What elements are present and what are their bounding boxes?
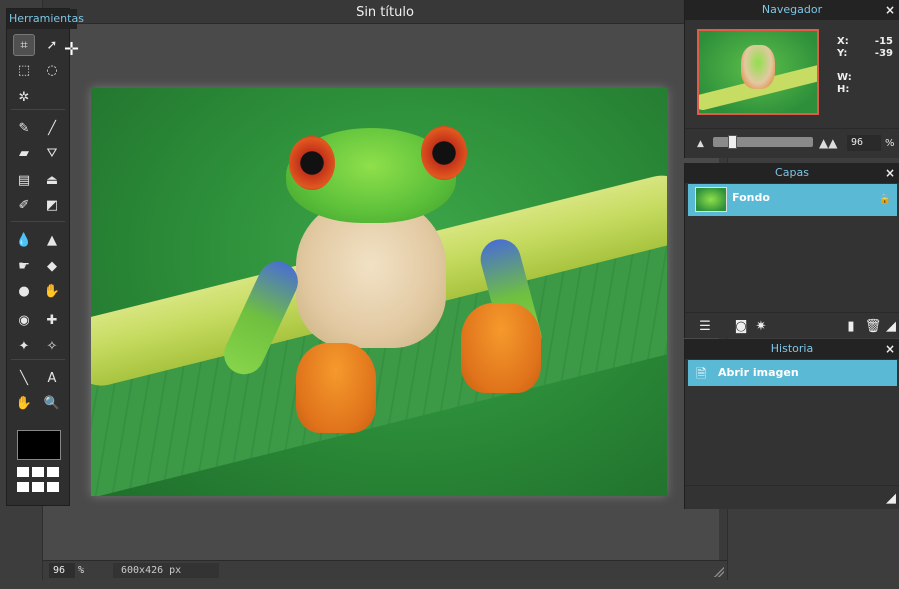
x-value: -15 xyxy=(874,36,893,47)
frog-right-eye xyxy=(421,126,467,180)
history-header[interactable]: Historia × xyxy=(685,339,899,359)
navigator-zoom-row: ▲ ▲▲ 96 % xyxy=(685,128,899,154)
new-layer-icon[interactable]: ▮ xyxy=(843,318,859,334)
layer-name: Fondo xyxy=(732,191,770,204)
zoom-slider-knob[interactable] xyxy=(728,135,737,149)
stamp-icon[interactable]: ⏏ xyxy=(41,169,63,191)
blur-drop-icon[interactable]: 💧 xyxy=(13,229,35,251)
zoom-icon[interactable]: 🔍 xyxy=(41,392,63,414)
color-replace-icon[interactable]: ✐ xyxy=(13,194,35,216)
history-item[interactable]: 🗎 Abrir imagen xyxy=(688,360,897,386)
x-label: X: xyxy=(837,36,849,47)
gradient-icon[interactable]: ▤ xyxy=(13,169,35,191)
sharpen-icon[interactable]: ▲ xyxy=(41,229,63,251)
eraser-icon[interactable]: ▰ xyxy=(13,142,35,164)
resize-grip-icon[interactable] xyxy=(714,567,724,577)
navigator-info: X: -15 Y: -39 W: H: xyxy=(837,36,893,96)
grid-view-icon[interactable] xyxy=(17,467,61,493)
layer-row[interactable]: Fondo 🔒 xyxy=(688,184,897,216)
tool-separator xyxy=(11,109,65,110)
status-bar: 96 % 600x426 px xyxy=(43,560,727,580)
image-size: 600x426 px xyxy=(113,563,219,578)
h-label: H: xyxy=(837,84,850,95)
eyedropper-icon[interactable]: ╲ xyxy=(13,367,35,389)
navigator-zoom-input[interactable]: 96 xyxy=(847,135,881,151)
lock-icon: 🔒 xyxy=(878,194,891,205)
crop-icon[interactable]: ⌗ xyxy=(13,34,35,56)
magic-wand-icon[interactable]: ✲ xyxy=(13,86,35,108)
history-footer: ◢ xyxy=(685,485,899,509)
layers-header[interactable]: Capas × xyxy=(685,163,899,183)
red-eye-icon[interactable]: ◉ xyxy=(13,309,35,331)
w-label: W: xyxy=(837,72,852,83)
bloat-icon[interactable]: ✦ xyxy=(13,335,35,357)
bandage-icon[interactable]: ✚ xyxy=(41,309,63,331)
pencil-icon[interactable]: ✎ xyxy=(13,117,35,139)
type-icon[interactable]: A xyxy=(41,367,63,389)
image-canvas[interactable] xyxy=(91,88,667,496)
navigator-close-icon[interactable]: × xyxy=(885,0,895,20)
document-title: Sin título xyxy=(43,0,727,24)
burn-icon[interactable]: ● xyxy=(13,280,35,302)
hand-icon[interactable]: ✋ xyxy=(13,392,35,414)
brush-icon[interactable]: ╱ xyxy=(41,117,63,139)
y-label: Y: xyxy=(837,48,848,59)
rect-select-icon[interactable]: ⬚ xyxy=(13,59,35,81)
layers-toolbar: ☰ ◙ ✷ ▮ 🗑 ◢ xyxy=(685,312,899,338)
foreground-color-swatch[interactable] xyxy=(17,430,61,460)
pinch-icon[interactable]: ✧ xyxy=(41,335,63,357)
shape-icon[interactable]: ◩ xyxy=(41,194,63,216)
bucket-icon[interactable]: ⛛ xyxy=(41,142,63,164)
zoom-in-icon[interactable]: ▲▲ xyxy=(819,136,837,150)
layer-mask-icon[interactable]: ◙ xyxy=(733,318,749,334)
document-window: Sin título 96 % 600x426 px xyxy=(42,0,728,580)
lasso-icon[interactable]: ◌ xyxy=(41,59,63,81)
navigator-title: Navegador xyxy=(761,3,823,16)
open-image-icon: 🗎 xyxy=(696,367,707,382)
navigator-zoom-unit: % xyxy=(885,138,895,149)
smudge-icon[interactable]: ☛ xyxy=(13,255,35,277)
move-icon[interactable]: ➚ xyxy=(41,34,63,56)
layer-thumbnail xyxy=(695,187,727,212)
navigator-thumbnail[interactable] xyxy=(697,29,819,115)
frog-left-eye xyxy=(289,136,335,190)
zoom-input[interactable]: 96 xyxy=(49,563,75,578)
layer-properties-icon[interactable]: ☰ xyxy=(697,318,713,334)
history-panel: Historia × 🗎 Abrir imagen ◢ xyxy=(684,339,899,509)
history-resize-icon[interactable]: ◢ xyxy=(883,490,899,506)
y-value: -39 xyxy=(874,48,893,59)
frog-left-foot xyxy=(296,343,376,433)
history-close-icon[interactable]: × xyxy=(885,339,895,359)
history-item-label: Abrir imagen xyxy=(718,366,799,379)
tool-separator xyxy=(11,221,65,222)
delete-layer-icon[interactable]: 🗑 xyxy=(865,318,882,334)
layer-styles-icon[interactable]: ✷ xyxy=(753,318,769,334)
panel-resize-icon[interactable]: ◢ xyxy=(883,318,899,334)
layers-title: Capas xyxy=(775,166,809,179)
navigator-header[interactable]: Navegador × xyxy=(685,0,899,20)
tool-separator xyxy=(11,359,65,360)
navigator-panel: Navegador × X: -15 Y: -39 W: H: ▲ ▲▲ 96 % xyxy=(684,0,899,158)
tools-header[interactable]: Herramientas xyxy=(7,9,84,29)
dodge-icon[interactable]: ✋ xyxy=(41,280,63,302)
history-title: Historia xyxy=(770,342,814,355)
layers-close-icon[interactable]: × xyxy=(885,163,895,183)
layers-panel: Capas × Fondo 🔒 ☰ ◙ ✷ ▮ 🗑 ◢ xyxy=(684,163,899,338)
zoom-out-icon[interactable]: ▲ xyxy=(697,139,704,149)
sponge-icon[interactable]: ◆ xyxy=(41,255,63,277)
frog-right-foot xyxy=(461,303,541,393)
tools-panel: Herramientas ⌗ ➚ ⬚ ◌ ✲ ✎ ╱ ▰ ⛛ ▤ ⏏ ✐ ◩ 💧 ▲ ☛ ◆ ● ✋ ◉ ✚ ✦ ✧ ╲ A ✋ 🔍 xyxy=(6,8,84,506)
crosshair-cursor-icon: ✛ xyxy=(64,39,80,60)
canvas-area[interactable] xyxy=(43,25,727,560)
zoom-unit: % xyxy=(78,565,85,576)
